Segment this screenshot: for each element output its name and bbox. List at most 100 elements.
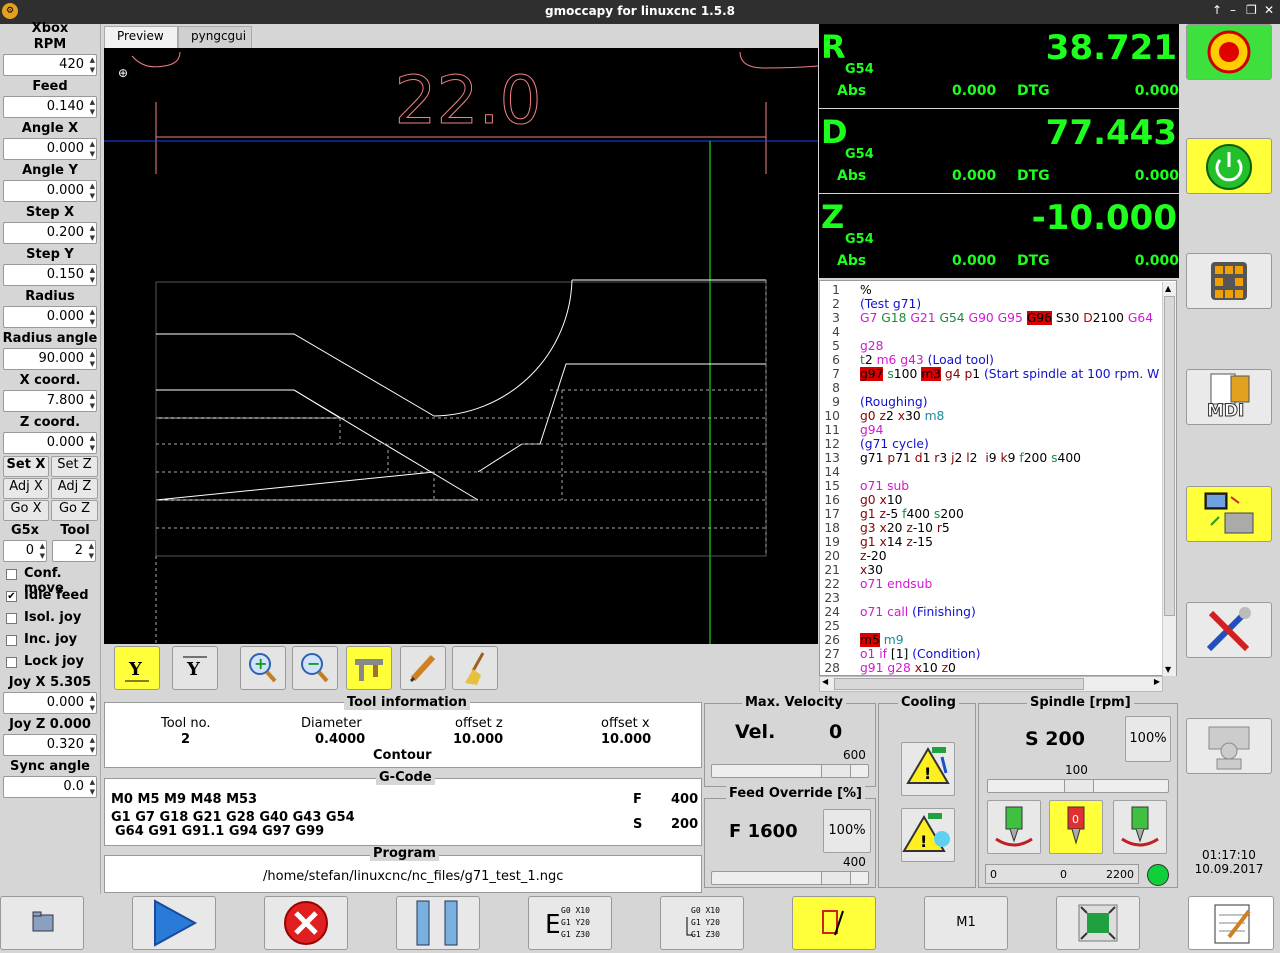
scroll-down-icon[interactable]: ▼ [1165,665,1171,674]
run-program-button[interactable] [132,896,216,950]
flood-coolant-button[interactable]: ! [901,742,955,796]
window-maximize-icon[interactable]: ❐ [1246,3,1257,17]
spindle-override-slider[interactable] [987,779,1169,793]
spin-arrows-icon[interactable]: ▲ ▼ [90,97,95,117]
step-x-spinbox[interactable]: 0.200 ▲ ▼ [3,222,97,244]
x-coord-spinbox[interactable]: 7.800 ▲ ▼ [3,390,97,412]
angle-y-spinbox[interactable]: 0.000 ▲ ▼ [3,180,97,202]
tab-pyngcgui[interactable]: pyngcgui [178,26,252,48]
rpm-spinbox[interactable]: 420 ▲ ▼ [3,54,97,76]
set-x-button[interactable]: Set X [3,456,49,477]
gcode-horizontal-scrollbar[interactable]: ◀ ▶ [819,676,1163,692]
fullscreen-button[interactable] [1056,896,1140,950]
auto-mode-button[interactable] [1186,486,1272,542]
checkmark-icon: ✔ [6,591,17,602]
optional-skip-button[interactable] [792,896,876,950]
spindle-reverse-button[interactable] [1113,800,1167,854]
spin-arrows-icon[interactable]: ▲ ▼ [90,223,95,243]
radius-spinbox[interactable]: 0.000 ▲ ▼ [3,306,97,328]
max-velocity-slider[interactable] [711,764,869,778]
optional-stop-m1-button[interactable]: M1 [924,896,1008,950]
feed-spinbox[interactable]: 0.140 ▲ ▼ [3,96,97,118]
gcode-preview[interactable]: 22.0 ⊕ [104,48,819,644]
scroll-up-icon[interactable]: ▲ [1165,284,1171,293]
spin-arrows-icon[interactable]: ▲ ▼ [90,265,95,285]
spin-arrows-icon[interactable]: ▲ ▼ [90,307,95,327]
spin-arrows-icon[interactable]: ▲ ▼ [90,139,95,159]
adj-x-button[interactable]: Adj X [3,478,49,499]
single-step-button[interactable]: E G0 X10 G1 Y20 G1 Z30 [528,896,612,950]
inc-joy-checkbox[interactable]: Inc. joy [6,632,98,650]
spindle-override-reset-button[interactable]: 100% [1125,716,1171,762]
scroll-thumb[interactable] [834,678,1084,690]
run-from-line-button[interactable]: G0 X10 G1 Y20 G1 Z30 [660,896,744,950]
spindle-at-speed-led [1147,864,1169,886]
radius-angle-spinbox[interactable]: 90.000 ▲ ▼ [3,348,97,370]
emergency-stop-button[interactable] [1186,24,1272,80]
view-y-reverse-button[interactable]: Y [172,646,218,690]
pause-program-button[interactable] [396,896,480,950]
idle-feed-checkbox[interactable]: ✔ Idle feed [6,588,98,606]
spin-arrows-icon[interactable]: ▲ ▼ [90,55,95,75]
window-minimize-icon[interactable]: – [1230,3,1236,17]
edit-program-button[interactable] [1188,896,1274,950]
spin-arrows-icon[interactable]: ▲ ▼ [40,541,45,561]
tool-spinbox[interactable]: 2 ▲ ▼ [52,540,96,562]
view-y-button[interactable]: Y [114,646,160,690]
scroll-left-icon[interactable]: ◀ [822,677,828,686]
angle-x-label: Angle X [21,121,79,136]
feed-override-reset-button[interactable]: 100% [823,809,871,853]
isol-joy-checkbox[interactable]: Isol. joy [6,610,98,628]
stop-program-button[interactable] [264,896,348,950]
diameter-value: 0.4000 [315,732,366,747]
set-z-button[interactable]: Set Z [51,456,98,477]
zoom-in-button[interactable]: + [240,646,286,690]
window-close-icon[interactable]: ✕ [1264,3,1274,17]
show-dimensions-button[interactable] [346,646,392,690]
gcode-editor[interactable]: 1% 2 (Test g71) 3 G7 G18 G21 G54 G90 G95 G96… [819,280,1177,676]
slider-handle[interactable] [1064,779,1094,793]
manual-mode-button[interactable] [1186,253,1272,309]
scroll-right-icon[interactable]: ▶ [1154,677,1160,686]
edit-button[interactable] [400,646,446,690]
mdi-mode-button[interactable]: MDI [1186,369,1272,425]
user-tabs-button[interactable] [1186,718,1272,774]
window-shade-icon[interactable]: ↑ [1212,3,1222,17]
z-coord-spinbox[interactable]: 0.000 ▲ ▼ [3,432,97,454]
go-z-button[interactable]: Go Z [51,500,98,521]
spindle-stop-button[interactable]: 0 [1049,800,1103,854]
spin-arrows-icon[interactable]: ▲ ▼ [90,777,95,797]
machine-power-button[interactable] [1186,138,1272,194]
feed-override-slider[interactable] [711,871,869,885]
adj-z-button[interactable]: Adj Z [51,478,98,499]
slider-handle[interactable] [820,871,851,885]
lock-joy-checkbox[interactable]: Lock joy [6,654,98,672]
mist-coolant-button[interactable]: ! [901,808,955,862]
gcode-vertical-scrollbar[interactable]: ▲ ▼ [1162,282,1176,676]
spin-arrows-icon[interactable]: ▲ ▼ [90,735,95,755]
settings-button[interactable] [1186,602,1272,658]
spin-arrows-icon[interactable]: ▲ ▼ [89,541,94,561]
slider-handle[interactable] [820,764,851,778]
open-file-button[interactable] [0,896,84,950]
step-y-spinbox[interactable]: 0.150 ▲ ▼ [3,264,97,286]
go-x-button[interactable]: Go X [3,500,49,521]
tool-info-title: Tool information [344,695,470,710]
angle-x-spinbox[interactable]: 0.000 ▲ ▼ [3,138,97,160]
spin-arrows-icon[interactable]: ▲ ▼ [90,433,95,453]
spin-arrows-icon[interactable]: ▲ ▼ [90,693,95,713]
tab-preview[interactable]: Preview [104,26,178,48]
sync-angle-spinbox[interactable]: 0.0 ▲ ▼ [3,776,97,798]
conf-move-checkbox[interactable]: Conf. move [6,566,98,596]
spin-arrows-icon[interactable]: ▲ ▼ [90,391,95,411]
gcode-text: g28 [860,339,883,353]
spin-arrows-icon[interactable]: ▲ ▼ [90,181,95,201]
clear-plot-button[interactable] [452,646,498,690]
spin-arrows-icon[interactable]: ▲ ▼ [90,349,95,369]
joy-x-spinbox[interactable]: 0.000 ▲ ▼ [3,692,97,714]
zoom-out-button[interactable]: − [292,646,338,690]
joy-z-spinbox[interactable]: 0.320 ▲ ▼ [3,734,97,756]
scroll-thumb[interactable] [1164,296,1175,616]
g5x-spinbox[interactable]: 0 ▲ ▼ [3,540,47,562]
spindle-forward-button[interactable] [987,800,1041,854]
